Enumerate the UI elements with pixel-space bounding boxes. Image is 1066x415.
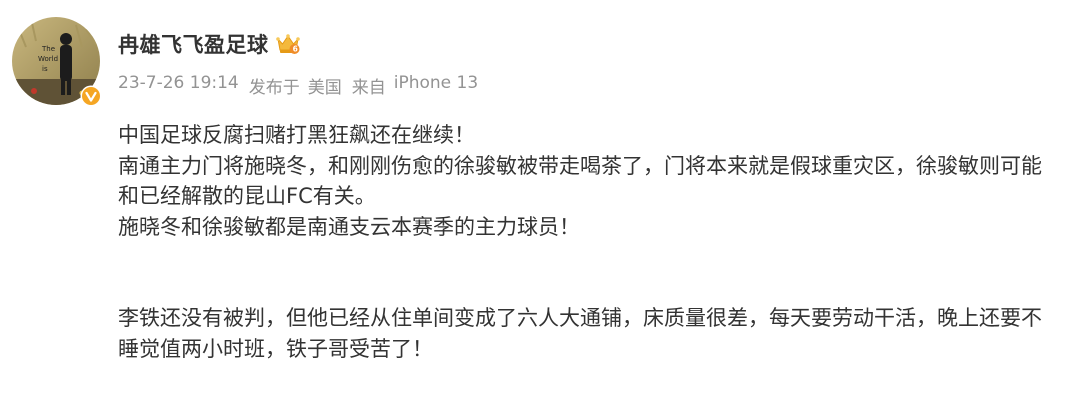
- svg-text:World: World: [38, 55, 58, 63]
- verified-badge-icon: [80, 85, 102, 107]
- post-header: 冉雄飞飞盈足球 6 23-7-26 19:14 发布于 美国 来自 iPhone…: [118, 26, 1056, 98]
- post-meta: 23-7-26 19:14 发布于 美国 来自 iPhone 13: [118, 73, 1056, 98]
- post-paragraph: 中国足球反腐扫赌打黑狂飙还在继续！: [118, 123, 475, 147]
- avatar-container[interactable]: The World is: [12, 17, 104, 109]
- post-device: iPhone 13: [393, 73, 479, 93]
- source-label: 来自: [351, 78, 386, 98]
- post-time[interactable]: 23-7-26 19:14: [118, 73, 239, 98]
- crown-icon[interactable]: 6: [275, 32, 301, 56]
- post-paragraph-spacer: [118, 242, 1058, 303]
- svg-text:The: The: [41, 45, 55, 53]
- post-location: 美国: [307, 78, 342, 98]
- post-paragraph: 施晓冬和徐骏敏都是南通支云本赛季的主力球员！: [118, 214, 580, 239]
- svg-text:is: is: [42, 65, 48, 73]
- username[interactable]: 冉雄飞飞盈足球: [118, 29, 269, 59]
- post-content: 中国足球反腐扫赌打黑狂飙还在继续！ 南通主力门将施晓冬，和刚刚伤愈的徐骏敏被带走…: [118, 120, 1058, 364]
- svg-text:6: 6: [292, 45, 297, 54]
- post-paragraph: 李铁还没有被判，但他已经从住单间变成了六人大通铺，床质量很差，每天要劳动干活，晚…: [118, 306, 1042, 361]
- post-paragraph: 南通主力门将施晓冬，和刚刚伤愈的徐骏敏被带走喝茶了，门将本来就是假球重灾区，徐骏…: [118, 153, 1042, 209]
- name-row: 冉雄飞飞盈足球 6: [118, 26, 1056, 62]
- weibo-post: The World is 冉雄飞飞盈足球 6 23-7-26 19:14 发布于…: [0, 0, 1066, 415]
- published-label: 发布于: [248, 78, 300, 98]
